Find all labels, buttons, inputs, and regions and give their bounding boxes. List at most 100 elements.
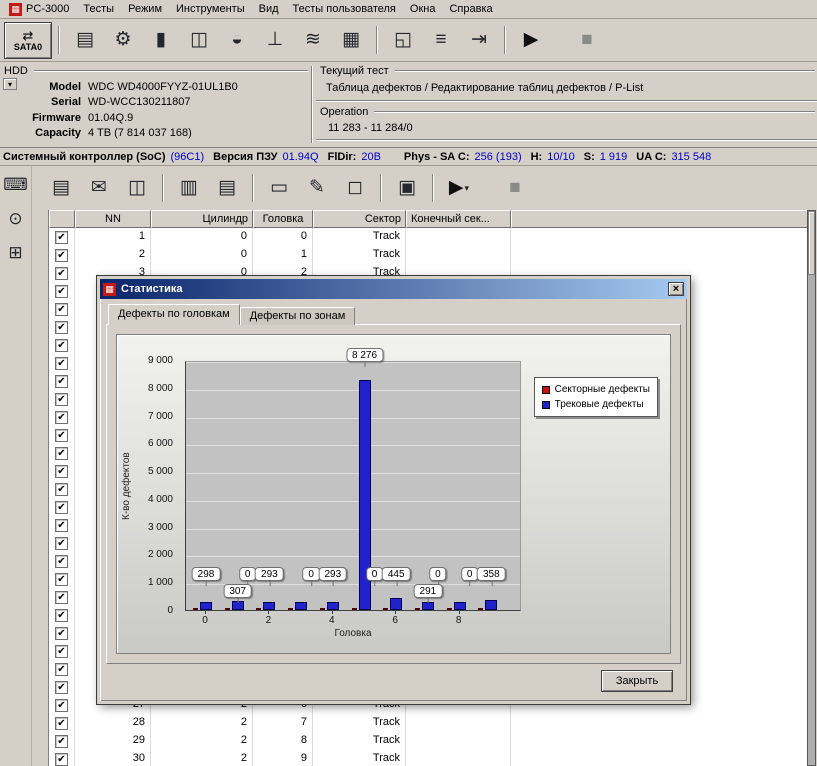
menu-item-pc3000[interactable]: ▦ PC-3000 <box>2 1 76 18</box>
row-checkbox[interactable]: ✔ <box>55 410 68 424</box>
menu-item-view[interactable]: Вид <box>252 1 286 17</box>
convert-button[interactable]: ▣ <box>390 172 424 204</box>
table-header: NN Цилиндр Головка Сектор Конечный сек... <box>49 210 810 228</box>
menu-item-mode[interactable]: Режим <box>121 1 169 17</box>
table-row[interactable]: ✔ 28 2 7 Track <box>49 714 810 732</box>
rom-button[interactable]: ◫ <box>182 24 216 56</box>
row-checkbox[interactable]: ✔ <box>55 752 68 766</box>
chart-gridline <box>186 417 520 419</box>
row-checkbox[interactable]: ✔ <box>55 428 68 442</box>
row-checkbox[interactable]: ✔ <box>55 284 68 298</box>
cell: 29 <box>75 732 151 750</box>
row-checkbox[interactable]: ✔ <box>55 554 68 568</box>
dialog-titlebar[interactable]: ▦ Статистика × <box>100 279 687 299</box>
test-selection-button[interactable]: ▤ <box>68 24 102 56</box>
row-checkbox[interactable]: ✔ <box>55 680 68 694</box>
row-checkbox[interactable]: ✔ <box>55 266 68 280</box>
column-header-4[interactable]: Конечный сек... <box>406 210 511 228</box>
table-row[interactable]: ✔ 1 0 0 Track <box>49 228 810 246</box>
column-header-3[interactable]: Сектор <box>313 210 406 228</box>
row-checkbox[interactable]: ✔ <box>55 626 68 640</box>
menu-item-label: Вид <box>258 3 279 15</box>
close-dialog-button[interactable]: Закрыть <box>601 670 673 692</box>
tab-defects-by-zones[interactable]: Дефекты по зонам <box>239 307 356 325</box>
row-select-cell: ✔ <box>49 246 75 264</box>
report-button[interactable]: ▥ <box>172 172 206 204</box>
start-test-button[interactable]: ▶ <box>514 24 548 56</box>
dialog-close-button[interactable]: × <box>668 282 684 296</box>
data-callout: 358 <box>476 567 506 586</box>
start-edit-button[interactable]: ▶ ▾ <box>442 172 476 204</box>
header-select-cell[interactable] <box>49 210 75 228</box>
sidebar-defect-grid-button[interactable]: ⊞ <box>3 240 29 266</box>
column-header-1[interactable]: Цилиндр <box>151 210 253 228</box>
row-checkbox[interactable]: ✔ <box>55 644 68 658</box>
menu-item-user-tests[interactable]: Тесты пользователя <box>286 1 403 17</box>
edit-record-button[interactable]: ✎ <box>300 172 334 204</box>
row-select-cell: ✔ <box>49 426 75 444</box>
row-checkbox[interactable]: ✔ <box>55 662 68 676</box>
clear-record-button[interactable]: ◻ <box>338 172 372 204</box>
defect-table-button[interactable]: ▤ <box>44 172 78 204</box>
exit-button[interactable]: ⇥ <box>462 24 496 56</box>
table-row[interactable]: ✔ 2 0 1 Track <box>49 246 810 264</box>
stop-test-button[interactable]: ■ <box>570 24 604 56</box>
row-checkbox[interactable]: ✔ <box>55 464 68 478</box>
add-record-button[interactable]: ▭ <box>262 172 296 204</box>
row-select-cell: ✔ <box>49 318 75 336</box>
row-checkbox[interactable]: ✔ <box>55 608 68 622</box>
row-checkbox[interactable]: ✔ <box>55 356 68 370</box>
hdd-info-group: HDD ▾ Model WDC WD4000FYYZ-01UL1B0 Serial… <box>0 62 310 147</box>
row-checkbox[interactable]: ✔ <box>55 230 68 244</box>
row-checkbox[interactable]: ✔ <box>55 446 68 460</box>
table-row[interactable]: ✔ 29 2 8 Track <box>49 732 810 750</box>
sector-grid-button[interactable]: ▦ <box>334 24 368 56</box>
column-header-2[interactable]: Головка <box>253 210 313 228</box>
row-checkbox[interactable]: ✔ <box>55 716 68 730</box>
row-checkbox[interactable]: ✔ <box>55 374 68 388</box>
row-checkbox[interactable]: ✔ <box>55 500 68 514</box>
table-row[interactable]: ✔ 30 2 9 Track <box>49 750 810 766</box>
row-checkbox[interactable]: ✔ <box>55 392 68 406</box>
waveform-button[interactable]: ≋ <box>296 24 330 56</box>
copy-button[interactable]: ◱ <box>386 24 420 56</box>
save-button[interactable]: ◫ <box>120 172 154 204</box>
row-checkbox[interactable]: ✔ <box>55 698 68 712</box>
stop-edit-button[interactable]: ■ <box>498 172 532 204</box>
row-checkbox[interactable]: ✔ <box>55 734 68 748</box>
main-toolbar: ⇄ SATA0 ▤ ⚙ ▮ ◫ ◒ ⊥ ≋ ▦ ◱ ≡ ⇥ ▶ ■ <box>0 19 817 62</box>
row-checkbox[interactable]: ✔ <box>55 320 68 334</box>
table-scrollbar[interactable] <box>807 210 816 766</box>
row-checkbox[interactable]: ✔ <box>55 536 68 550</box>
column-header-0[interactable]: NN <box>75 210 151 228</box>
database-button[interactable]: ▮ <box>144 24 178 56</box>
chart-gridline <box>186 445 520 447</box>
row-checkbox[interactable]: ✔ <box>55 302 68 316</box>
row-checkbox[interactable]: ✔ <box>55 482 68 496</box>
export-button[interactable]: ◒ <box>220 24 254 56</box>
track-defects-bar <box>326 601 339 610</box>
menu-item-tools[interactable]: Инструменты <box>169 1 252 17</box>
oscilloscope-button[interactable]: ⊥ <box>258 24 292 56</box>
serial-label: Serial <box>51 96 81 109</box>
menu-item-tests[interactable]: Тесты <box>76 1 121 17</box>
print-button[interactable]: ▤ <box>210 172 244 204</box>
menu-item-help[interactable]: Справка <box>442 1 499 17</box>
y-tick-label: 8 000 <box>147 382 173 394</box>
sata0-button[interactable]: ⇄ SATA0 <box>4 21 52 59</box>
tab-defects-by-heads[interactable]: Дефекты по головкам <box>108 304 240 325</box>
sidebar-search-button[interactable]: ⊙ <box>3 206 29 232</box>
row-checkbox[interactable]: ✔ <box>55 338 68 352</box>
sidebar-terminal-button[interactable]: ⌨ <box>3 172 29 198</box>
menu-item-label: Окна <box>409 3 436 15</box>
scrollbar-thumb[interactable] <box>808 211 815 275</box>
gears-button[interactable]: ⚙ <box>106 24 140 56</box>
row-checkbox[interactable]: ✔ <box>55 248 68 262</box>
disk-stack-button[interactable]: ≡ <box>424 24 458 56</box>
row-checkbox[interactable]: ✔ <box>55 590 68 604</box>
menu-item-windows[interactable]: Окна <box>403 1 443 17</box>
row-checkbox[interactable]: ✔ <box>55 518 68 532</box>
row-checkbox[interactable]: ✔ <box>55 572 68 586</box>
open-button[interactable]: ✉ <box>82 172 116 204</box>
cell: 30 <box>75 750 151 766</box>
